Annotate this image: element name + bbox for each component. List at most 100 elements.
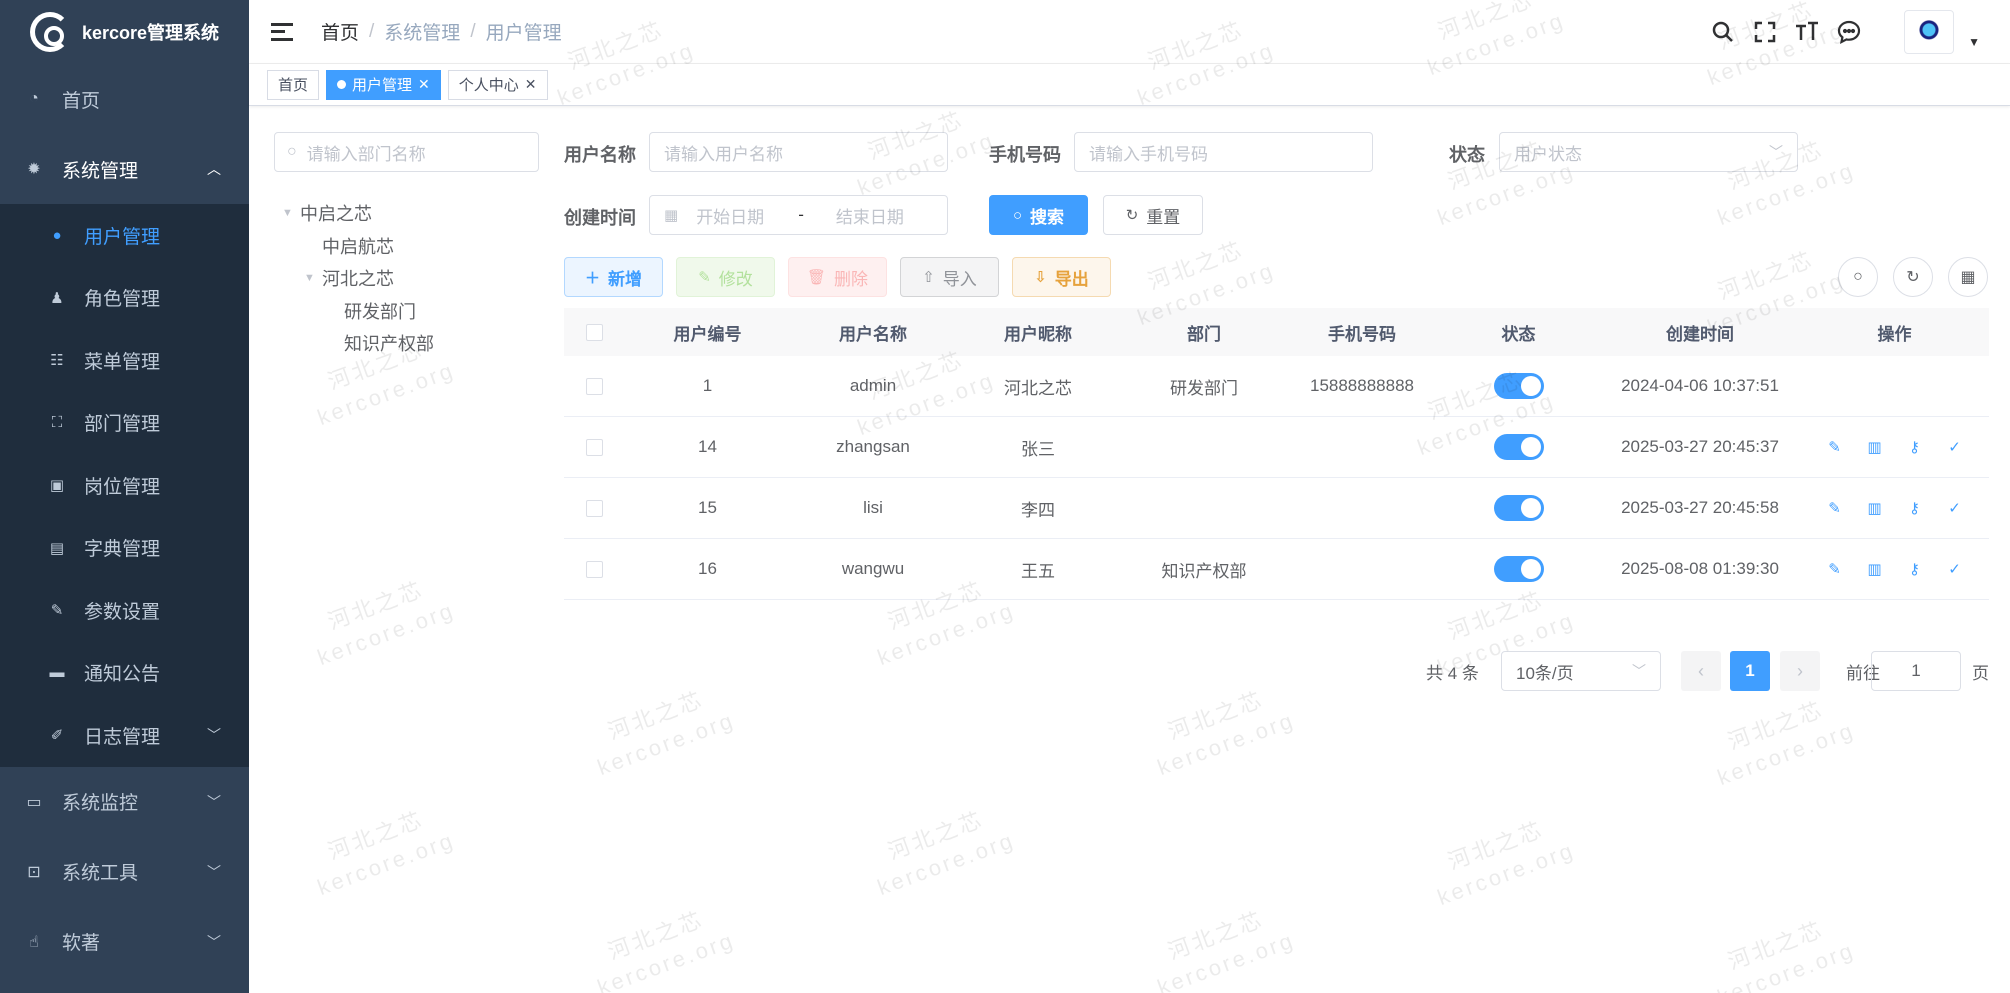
edit-button[interactable]: ✎ 修改 — [676, 257, 775, 297]
sidebar-item-notice[interactable]: ▬ 通知公告 — [0, 642, 249, 705]
cell-username: admin — [849, 376, 897, 395]
watermark: 河北之芯 kercore.org — [1154, 686, 1299, 781]
key-icon[interactable]: ⚷ — [1906, 438, 1924, 456]
key-icon[interactable]: ⚷ — [1906, 560, 1924, 578]
page-size-select[interactable]: 10条/页 ﹀ — [1501, 651, 1661, 691]
watermark: 河北之芯 kercore.org — [594, 686, 739, 781]
caret-down-icon[interactable]: ▼ — [282, 207, 300, 219]
status-select[interactable]: 用户状态 ﹀ — [1499, 132, 1798, 172]
end-date-input[interactable]: 结束日期 — [836, 203, 904, 228]
status-switch[interactable] — [1493, 495, 1544, 521]
tree-node[interactable]: ▼ 河北之芯 — [282, 262, 434, 295]
sidebar-item-monitor[interactable]: ▭ 系统监控 ﹀ — [0, 767, 249, 837]
check-circle-icon[interactable]: ✓ — [1946, 438, 1964, 456]
row-checkbox[interactable] — [585, 377, 603, 395]
prev-page-button[interactable]: ‹ — [1681, 651, 1721, 691]
tag-profile[interactable]: 个人中心 ✕ — [447, 69, 548, 100]
page-number-current[interactable]: 1 — [1730, 651, 1770, 691]
reset-button[interactable]: ↻ 重置 — [1103, 195, 1203, 235]
refresh-button[interactable]: ↻ — [1893, 257, 1933, 297]
close-icon[interactable]: ✕ — [525, 76, 537, 93]
edit-icon[interactable]: ✎ — [1826, 560, 1844, 578]
cell-created: 2025-03-27 20:45:37 — [1621, 437, 1779, 456]
search-icon[interactable] — [1708, 17, 1738, 47]
chat-icon[interactable] — [1834, 17, 1864, 47]
phone-label: 手机号码 — [989, 145, 1061, 165]
column-header: 用户昵称 — [1004, 324, 1072, 344]
watermark: 河北之芯 kercore.org — [1714, 696, 1859, 791]
plus-icon: ＋ — [584, 269, 600, 287]
row-checkbox[interactable] — [585, 438, 603, 456]
sidebar-item-tools[interactable]: ⊡ 系统工具 ﹀ — [0, 837, 249, 907]
add-button[interactable]: ＋ 新增 — [564, 257, 663, 297]
next-page-button[interactable]: › — [1780, 651, 1820, 691]
sidebar-item-home[interactable]: ◔ 首页 — [0, 64, 249, 134]
select-all-checkbox[interactable] — [585, 323, 603, 341]
goto-page-input[interactable]: 1 — [1871, 651, 1961, 691]
check-circle-icon[interactable]: ✓ — [1946, 560, 1964, 578]
tag-home[interactable]: 首页 — [267, 69, 320, 100]
sidebar-item-dict[interactable]: ▤ 字典管理 — [0, 517, 249, 580]
status-switch[interactable] — [1493, 373, 1544, 399]
dept-tree: ▼ 中启之芯 中启航芯 ▼ 河北之芯 研发部门 知识产权部 — [282, 197, 434, 360]
sidebar-item-depts[interactable]: ⛶ 部门管理 — [0, 392, 249, 455]
trash-icon[interactable]: ▥ — [1866, 560, 1884, 578]
dept-search-input[interactable]: ○ 请输入部门名称 — [274, 132, 539, 172]
caret-down-icon[interactable]: ▼ — [304, 272, 322, 284]
phone-input[interactable]: 请输入手机号码 — [1074, 132, 1373, 172]
fullscreen-icon[interactable] — [1750, 17, 1780, 47]
close-icon[interactable]: ✕ — [418, 76, 430, 93]
tree-node[interactable]: 研发部门 — [282, 295, 434, 328]
trash-icon[interactable]: ▥ — [1866, 499, 1884, 517]
sidebar-item-logs[interactable]: ✐ 日志管理 ﹀ — [0, 704, 249, 767]
breadcrumb-home[interactable]: 首页 — [321, 18, 359, 45]
logo[interactable]: kercore管理系统 — [0, 0, 249, 64]
role-icon: ♟ — [50, 289, 64, 307]
sidebar-item-system[interactable]: ✹ 系统管理 ︿ — [0, 134, 249, 204]
row-checkbox[interactable] — [585, 499, 603, 517]
columns-button[interactable]: ▦ — [1948, 257, 1988, 297]
system-submenu: ● 用户管理 ♟ 角色管理 ☷ 菜单管理 ⛶ 部门管理 ▣ 岗位管理 ▤ 字典管… — [0, 204, 249, 767]
pagination-total: 共 4 条 — [1426, 663, 1479, 683]
sidebar-item-menus[interactable]: ☷ 菜单管理 — [0, 329, 249, 392]
date-range-picker[interactable]: ▦ 开始日期 - 结束日期 — [649, 195, 948, 235]
delete-button[interactable]: 🗑 删除 — [788, 257, 887, 297]
watermark: 河北之芯 kercore.org — [1434, 816, 1579, 911]
table-row: 16 wangwu 王五 知识产权部 2025-08-08 01:39:30 ✎… — [564, 539, 1989, 600]
trash-icon[interactable]: ▥ — [1866, 438, 1884, 456]
font-size-icon[interactable] — [1792, 17, 1822, 47]
column-header: 用户名称 — [839, 324, 907, 344]
sidebar: kercore管理系统 ◔ 首页 ✹ 系统管理 ︿ ● 用户管理 ♟ 角色管理 … — [0, 0, 249, 993]
import-button[interactable]: ⇧ 导入 — [900, 257, 999, 297]
search-icon: ○ — [1853, 268, 1863, 285]
sidebar-item-roles[interactable]: ♟ 角色管理 — [0, 267, 249, 330]
status-switch[interactable] — [1493, 556, 1544, 582]
page-suffix: 页 — [1972, 663, 1989, 683]
tree-node[interactable]: 知识产权部 — [282, 327, 434, 360]
sidebar-item-users[interactable]: ● 用户管理 — [0, 204, 249, 267]
status-switch[interactable] — [1493, 434, 1544, 460]
sidebar-item-posts[interactable]: ▣ 岗位管理 — [0, 454, 249, 517]
edit-icon[interactable]: ✎ — [1826, 438, 1844, 456]
sidebar-item-copyright[interactable]: ☝ 软著 ﹀ — [0, 907, 249, 977]
table-row: 1 admin 河北之芯 研发部门 15888888888 2024-04-06… — [564, 356, 1989, 417]
caret-down-icon[interactable]: ▼ — [1968, 35, 1980, 49]
column-header: 用户编号 — [673, 324, 742, 344]
tag-users[interactable]: 用户管理 ✕ — [326, 69, 441, 100]
row-checkbox[interactable] — [585, 560, 603, 578]
check-circle-icon[interactable]: ✓ — [1946, 499, 1964, 517]
avatar[interactable] — [1904, 10, 1955, 54]
sidebar-item-config[interactable]: ✎ 参数设置 — [0, 579, 249, 642]
search-button[interactable]: ○ 搜索 — [989, 195, 1088, 235]
tree-node[interactable]: ▼ 中启之芯 — [282, 197, 434, 230]
cell-username: lisi — [863, 498, 883, 517]
hamburger-icon[interactable] — [271, 22, 293, 41]
breadcrumb: 首页 / 系统管理 / 用户管理 — [321, 18, 562, 45]
tree-node[interactable]: 中启航芯 — [282, 230, 434, 263]
username-input[interactable]: 请输入用户名称 — [649, 132, 948, 172]
edit-icon[interactable]: ✎ — [1826, 499, 1844, 517]
key-icon[interactable]: ⚷ — [1906, 499, 1924, 517]
start-date-input[interactable]: 开始日期 — [696, 203, 764, 228]
toggle-search-button[interactable]: ○ — [1838, 257, 1878, 297]
export-button[interactable]: ⇩ 导出 — [1012, 257, 1111, 297]
